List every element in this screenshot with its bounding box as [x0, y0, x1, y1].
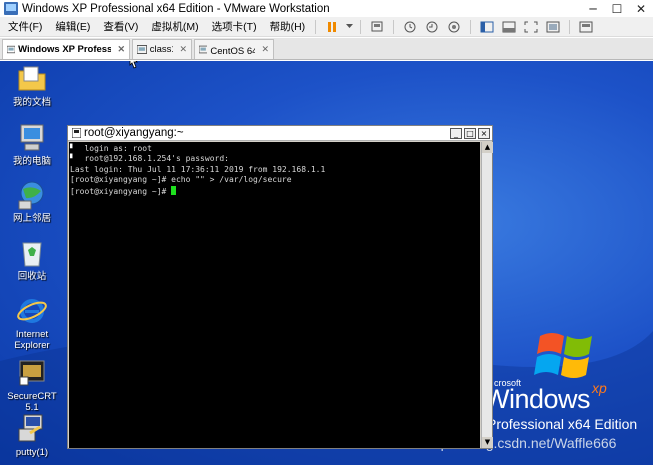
desktop-icon-network[interactable]: 网上邻居 [0, 179, 64, 224]
edition-text: Professional x64 Edition [487, 416, 638, 432]
terminal-maximize-icon[interactable]: □ [464, 127, 476, 139]
menu-tabs[interactable]: 选项卡(T) [207, 19, 262, 34]
tab-centos[interactable]: CentOS 64 位 ✕ [194, 39, 274, 59]
scroll-down-arrow-icon[interactable]: ▼ [482, 437, 493, 448]
mouse-cursor-icon [129, 61, 138, 69]
snapshot-manager-icon[interactable] [445, 19, 463, 35]
thumbnail-bar-icon[interactable] [500, 19, 518, 35]
pause-icon[interactable] [323, 19, 341, 35]
console-view-icon[interactable] [577, 19, 595, 35]
tab-close-icon[interactable]: ✕ [179, 44, 187, 55]
close-button[interactable]: ✕ [629, 0, 653, 17]
tab-close-icon[interactable]: ✕ [261, 44, 269, 55]
internet-explorer-icon [17, 299, 47, 323]
terminal-window[interactable]: root@xiyangyang:~ _ □ × ▘ login as: root… [67, 125, 493, 449]
terminal-line: ▘ root@192.168.1.254's password: [70, 154, 229, 164]
minimize-button[interactable]: ─ [581, 0, 605, 17]
desktop-icon-label: 我的文档 [12, 97, 51, 108]
tab-close-icon[interactable]: ✕ [117, 44, 125, 55]
vm-tab-icon [7, 45, 16, 54]
terminal-line: [root@xiyangyang ~]# echo "" > /var/log/… [70, 175, 292, 185]
recycle-bin-icon [22, 242, 42, 267]
fullscreen-icon[interactable] [522, 19, 540, 35]
my-documents-icon [18, 66, 46, 91]
send-keys-icon[interactable] [368, 19, 386, 35]
snapshot-icon[interactable] [401, 19, 419, 35]
terminal-output[interactable]: ▘ login as: root ▘ root@192.168.1.254's … [69, 142, 480, 448]
xp-wordmark: xp [592, 380, 607, 396]
menu-file[interactable]: 文件(F) [3, 19, 47, 34]
desktop-icon-my-computer[interactable]: 我的电脑 [0, 122, 64, 167]
vmware-titlebar: Windows XP Professional x64 Edition - VM… [0, 0, 653, 17]
my-computer-icon [20, 124, 44, 151]
toolbar-separator [393, 19, 395, 34]
unity-icon[interactable] [544, 19, 562, 35]
tab-class1[interactable]: class1 ✕ [132, 39, 192, 59]
desktop-icon-putty[interactable]: putty(1) [0, 413, 64, 458]
revert-snapshot-icon[interactable] [423, 19, 441, 35]
windows-xp-logo: crosoft Windows xp Professional x64 Edit… [484, 328, 653, 438]
putty-icon [18, 414, 43, 442]
terminal-title: root@xiyangyang:~ [84, 127, 184, 139]
terminal-scrollbar[interactable]: ▲ ▼ [481, 142, 493, 448]
desktop-icon-my-documents[interactable]: 我的文档 [0, 63, 64, 108]
window-title: Windows XP Professional x64 Edition - VM… [22, 2, 330, 15]
dropdown-arrow-icon[interactable] [345, 19, 353, 35]
terminal-titlebar[interactable]: root@xiyangyang:~ _ □ × [68, 126, 492, 141]
desktop-icon-label: 回收站 [17, 271, 47, 282]
terminal-line: ▘ login as: root [70, 144, 152, 153]
desktop-icon-label: putty(1) [15, 447, 49, 458]
desktop-icon-label: SecureCRT 5.1 [7, 391, 57, 413]
desktop-icon-label: 网上邻居 [12, 213, 51, 224]
tab-label: class1 [149, 44, 174, 55]
vm-tab-icon [137, 45, 147, 54]
maximize-button[interactable]: ☐ [605, 0, 629, 17]
desktop-icon-internet-explorer[interactable]: Internet Explorer [0, 295, 64, 351]
desktop-icon-label: 我的电脑 [12, 156, 51, 167]
tab-label: CentOS 64 位 [210, 45, 256, 57]
desktop-icon-label: Internet Explorer [14, 329, 50, 351]
vm-tab-strip: Windows XP Professional ... ✕ class1 ✕ C… [0, 38, 653, 60]
show-library-icon[interactable] [478, 19, 496, 35]
menu-toolbar: 文件(F) 编辑(E) 查看(V) 虚拟机(M) 选项卡(T) 帮助(H) [0, 17, 653, 37]
desktop-icon-securecrt[interactable]: SecureCRT 5.1 [0, 357, 64, 413]
toolbar-separator [470, 19, 472, 34]
securecrt-icon [19, 360, 45, 386]
network-places-icon [18, 181, 44, 210]
tab-windows-xp[interactable]: Windows XP Professional ... ✕ [2, 39, 130, 59]
menu-vm[interactable]: 虚拟机(M) [146, 19, 203, 34]
scroll-up-arrow-icon[interactable]: ▲ [482, 142, 493, 153]
terminal-app-icon [72, 128, 81, 138]
toolbar-separator [360, 19, 362, 34]
terminal-minimize-icon[interactable]: _ [450, 127, 462, 139]
terminal-line: [root@xiyangyang ~]# [70, 185, 479, 197]
tab-label: Windows XP Professional ... [18, 44, 112, 55]
terminal-cursor [171, 185, 177, 195]
vmware-app-icon [4, 2, 18, 15]
menu-view[interactable]: 查看(V) [98, 19, 143, 34]
desktop-icon-recycle-bin[interactable]: 回收站 [0, 237, 64, 282]
xp-desktop: 我的文档 我的电脑 网上邻居 回收站 Internet Explorer Sec… [0, 61, 653, 465]
vm-tab-icon [199, 45, 208, 54]
menu-help[interactable]: 帮助(H) [265, 19, 311, 34]
menu-edit[interactable]: 编辑(E) [50, 19, 95, 34]
toolbar-separator [569, 19, 571, 34]
windows-wordmark: Windows [484, 384, 591, 414]
terminal-close-icon[interactable]: × [478, 127, 490, 139]
windows-flag-icon [534, 333, 592, 378]
terminal-line: Last login: Thu Jul 11 17:36:11 2019 fro… [70, 164, 326, 174]
toolbar-separator [315, 19, 317, 34]
